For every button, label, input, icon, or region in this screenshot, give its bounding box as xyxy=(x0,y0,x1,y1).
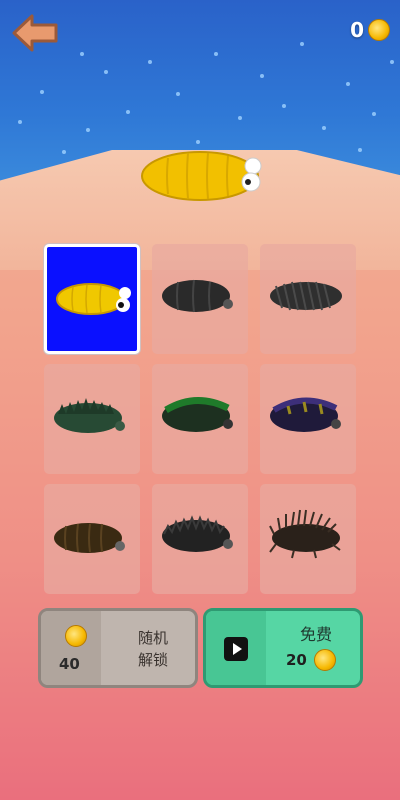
skin-cell-purple-worm[interactable] xyxy=(260,364,356,474)
free-coins-button[interactable]: 免费 20 xyxy=(203,608,363,688)
back-button[interactable] xyxy=(10,12,60,54)
hairy-brown-worm-icon xyxy=(269,509,341,559)
coin-icon xyxy=(65,625,87,647)
skin-cell-fuzzy-black-worm[interactable] xyxy=(152,484,248,594)
free-reward-amount: 20 xyxy=(286,651,307,669)
striped-black-worm-icon xyxy=(270,281,342,311)
coin-icon xyxy=(314,649,336,671)
skin-cell-black-worm[interactable] xyxy=(152,244,248,354)
skin-cell-green-worm[interactable] xyxy=(152,364,248,474)
brown-worm-icon xyxy=(54,523,125,553)
skin-grid xyxy=(44,244,356,594)
random-unlock-button[interactable]: 40 随机 解锁 xyxy=(38,608,198,688)
selected-worm-preview xyxy=(141,151,262,201)
skin-cell-yellow-worm[interactable] xyxy=(44,244,140,354)
random-unlock-cost-panel xyxy=(41,611,101,685)
green-worm-icon xyxy=(162,396,233,432)
fuzzy-black-worm-icon xyxy=(162,515,233,552)
skin-cell-striped-black-worm[interactable] xyxy=(260,244,356,354)
coin-icon xyxy=(368,19,390,41)
purple-worm-icon xyxy=(270,397,341,432)
skin-cell-brown-worm[interactable] xyxy=(44,484,140,594)
video-play-icon xyxy=(224,637,248,661)
random-unlock-label: 随机 解锁 xyxy=(137,629,168,669)
skin-cell-spiky-green-worm[interactable] xyxy=(44,364,140,474)
black-worm-icon xyxy=(162,279,233,313)
coin-count: 0 xyxy=(350,18,364,42)
coin-counter: 0 xyxy=(350,18,390,42)
back-arrow-icon xyxy=(12,14,58,52)
free-label: 免费 xyxy=(299,625,332,644)
skin-cell-hairy-brown-worm[interactable] xyxy=(260,484,356,594)
spiky-green-worm-icon xyxy=(54,398,125,433)
yellow-worm-icon xyxy=(56,283,131,315)
random-unlock-price: 40 xyxy=(59,655,80,673)
